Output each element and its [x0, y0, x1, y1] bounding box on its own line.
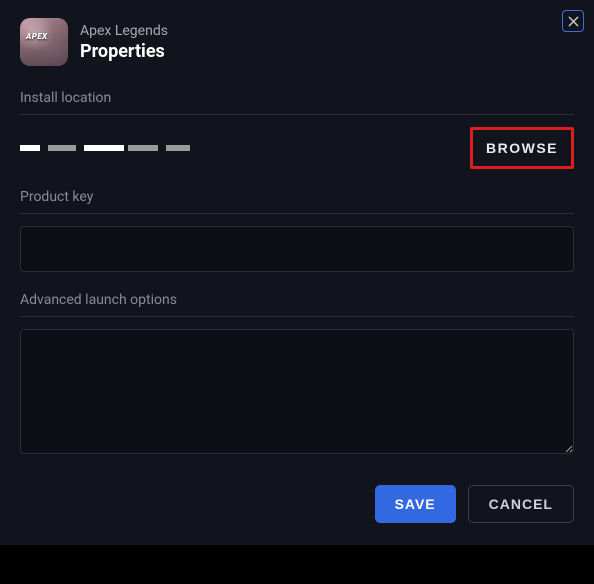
- close-button[interactable]: [562, 10, 584, 32]
- install-location-label: Install location: [20, 90, 574, 106]
- divider: [20, 213, 574, 214]
- advanced-launch-textarea[interactable]: [20, 329, 574, 454]
- cancel-button[interactable]: CANCEL: [468, 485, 574, 523]
- browse-highlight-box: BROWSE: [470, 127, 574, 169]
- divider: [20, 114, 574, 115]
- game-title: Apex Legends: [80, 23, 168, 39]
- header-text: Apex Legends Properties: [80, 23, 168, 62]
- game-icon-text: APEX: [26, 32, 48, 41]
- close-icon: [568, 16, 579, 27]
- properties-dialog: APEX Apex Legends Properties Install loc…: [0, 0, 594, 545]
- game-icon: APEX: [20, 18, 68, 66]
- save-button[interactable]: SAVE: [375, 485, 456, 523]
- dialog-footer: SAVE CANCEL: [375, 485, 574, 523]
- advanced-launch-label: Advanced launch options: [20, 292, 574, 308]
- install-location-row: BROWSE: [20, 127, 574, 169]
- browse-button[interactable]: BROWSE: [476, 132, 568, 164]
- dialog-title: Properties: [80, 41, 168, 62]
- divider: [20, 316, 574, 317]
- dialog-header: APEX Apex Legends Properties: [20, 18, 574, 66]
- product-key-input[interactable]: [20, 226, 574, 272]
- product-key-label: Product key: [20, 189, 574, 205]
- install-path-redacted: [20, 145, 190, 151]
